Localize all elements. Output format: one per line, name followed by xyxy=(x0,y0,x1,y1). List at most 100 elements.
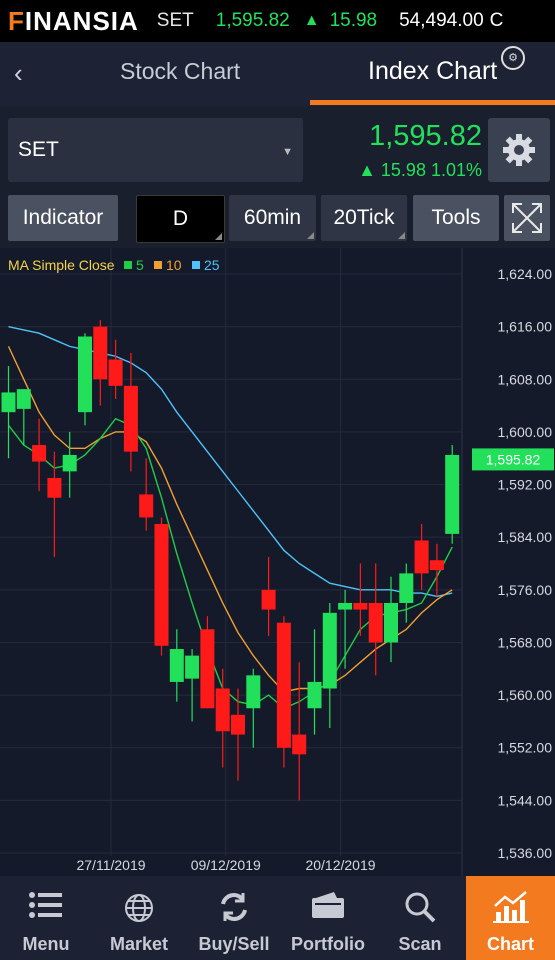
y-tick-label: 1,624.00 xyxy=(498,266,553,282)
bottom-nav: Menu Market Buy/Sell Portfolio Scan Char… xyxy=(0,876,555,960)
candle-body xyxy=(322,612,337,689)
x-tick-label: 09/12/2019 xyxy=(191,857,261,873)
candle-body xyxy=(185,655,200,679)
candle-body xyxy=(429,560,444,571)
back-icon[interactable]: ‹ xyxy=(14,58,23,89)
nav-portfolio-label: Portfolio xyxy=(291,934,365,954)
ticker-change: 15.98 xyxy=(329,10,378,31)
expand-icon xyxy=(512,203,542,233)
candle-body xyxy=(154,524,169,646)
nav-chart-label: Chart xyxy=(486,934,534,954)
candle-body xyxy=(445,454,460,534)
candle-body xyxy=(16,389,31,409)
wallet-icon xyxy=(312,892,344,918)
candle-body xyxy=(399,573,414,603)
buy-sell-icon xyxy=(221,893,247,921)
candle-body xyxy=(47,477,62,498)
period-20tick-button[interactable]: 20Tick xyxy=(321,195,407,241)
dropdown-corner-icon xyxy=(215,233,222,240)
y-tick-label: 1,544.00 xyxy=(498,792,553,808)
candle-body xyxy=(62,454,77,472)
legend-ma25-swatch xyxy=(192,261,200,269)
tools-button[interactable]: Tools xyxy=(413,195,499,241)
nav-scan[interactable]: Scan xyxy=(374,876,466,960)
current-price: 1,595.82 xyxy=(369,120,482,152)
candle-body xyxy=(108,359,123,386)
symbol-value: SET xyxy=(18,138,59,161)
nav-menu[interactable]: Menu xyxy=(0,876,92,960)
legend-title: MA Simple Close xyxy=(8,257,115,273)
gear-icon xyxy=(503,134,535,166)
ticker-symbol: SET xyxy=(156,10,194,31)
x-tick-label: 20/12/2019 xyxy=(305,857,375,873)
search-icon xyxy=(405,892,436,923)
legend-ma5-swatch xyxy=(124,261,132,269)
menu-icon xyxy=(29,892,62,918)
period-20tick-label: 20Tick xyxy=(333,206,395,229)
period-daily-button[interactable]: D xyxy=(136,195,225,243)
candle-body xyxy=(169,649,184,682)
candle-body xyxy=(307,681,322,709)
fullscreen-button[interactable] xyxy=(504,195,550,241)
nav-menu-label: Menu xyxy=(22,934,70,954)
period-60min-button[interactable]: 60min xyxy=(229,195,316,241)
dropdown-corner-icon xyxy=(398,232,405,239)
period-60min-label: 60min xyxy=(243,206,302,229)
candle-body xyxy=(78,336,92,413)
candle-body xyxy=(139,494,154,518)
price-change: ▲ 15.98 1.01% xyxy=(358,160,482,180)
y-tick-label: 1,576.00 xyxy=(498,582,553,598)
last-price-label: 1,595.82 xyxy=(486,451,541,467)
indicator-button[interactable]: Indicator xyxy=(8,195,118,241)
candle-body xyxy=(353,602,368,610)
symbol-select[interactable]: SET ▼ xyxy=(8,118,303,182)
candle-body xyxy=(276,622,291,748)
legend-ma10-swatch xyxy=(154,261,162,269)
candlestick-chart[interactable]: 1,624.00 1,616.00 1,608.00 1,600.00 1,592.00… xyxy=(0,248,555,876)
chart-icon xyxy=(492,891,529,923)
nav-buy-sell[interactable]: Buy/Sell xyxy=(186,876,282,960)
candle-body xyxy=(338,602,353,610)
y-tick-label: 1,616.00 xyxy=(498,319,553,335)
dropdown-corner-icon xyxy=(307,232,314,239)
price-chart[interactable]: 1,624.00 1,616.00 1,608.00 1,600.00 1,592.00… xyxy=(0,248,555,876)
nav-market[interactable]: Market xyxy=(92,876,186,960)
nav-scan-label: Scan xyxy=(398,934,442,954)
finansia-logo: FINANSIA xyxy=(8,5,139,36)
y-tick-label: 1,584.00 xyxy=(498,529,553,545)
settings-button[interactable] xyxy=(488,118,550,182)
globe-icon xyxy=(125,894,153,922)
nav-portfolio[interactable]: Portfolio xyxy=(282,876,374,960)
symbol-row: SET ▼ 1,595.82 ▲ 15.98 1.01% xyxy=(0,108,555,194)
nav-buy-sell-label: Buy/Sell xyxy=(198,934,270,954)
legend-ma5: 5 xyxy=(136,257,144,273)
up-arrow-icon: ▲ xyxy=(303,12,320,29)
period-daily-label: D xyxy=(172,207,189,230)
candle-body xyxy=(215,688,230,732)
y-tick-label: 1,592.00 xyxy=(498,477,553,493)
chevron-down-icon: ▼ xyxy=(282,146,293,158)
candle-body xyxy=(292,734,307,755)
settings-badge-icon[interactable]: ⚙ xyxy=(501,46,525,70)
candle-body xyxy=(384,602,398,643)
ticker-price: 1,595.82 xyxy=(215,10,290,31)
chart-tabs: ‹ Stock Chart Index Chart xyxy=(0,42,555,106)
tab-stock-chart[interactable]: Stock Chart xyxy=(120,58,240,85)
y-tick-label: 1,536.00 xyxy=(498,845,553,861)
nav-chart[interactable]: Chart xyxy=(466,876,555,960)
candle-body xyxy=(1,392,16,413)
candle-body xyxy=(200,629,215,709)
candle-body xyxy=(246,675,261,709)
ticker-next: C xyxy=(489,10,504,31)
tab-index-chart[interactable]: Index Chart xyxy=(368,57,497,86)
legend-ma10: 10 xyxy=(166,257,182,273)
candle-body xyxy=(93,326,108,380)
y-tick-label: 1,560.00 xyxy=(498,687,553,703)
y-tick-label: 1,600.00 xyxy=(498,424,553,440)
nav-market-label: Market xyxy=(109,934,169,954)
candle-body xyxy=(32,445,47,462)
y-tick-label: 1,568.00 xyxy=(498,634,553,650)
candle-body xyxy=(123,385,138,452)
candle-body xyxy=(261,589,276,610)
active-tab-indicator xyxy=(310,100,555,105)
